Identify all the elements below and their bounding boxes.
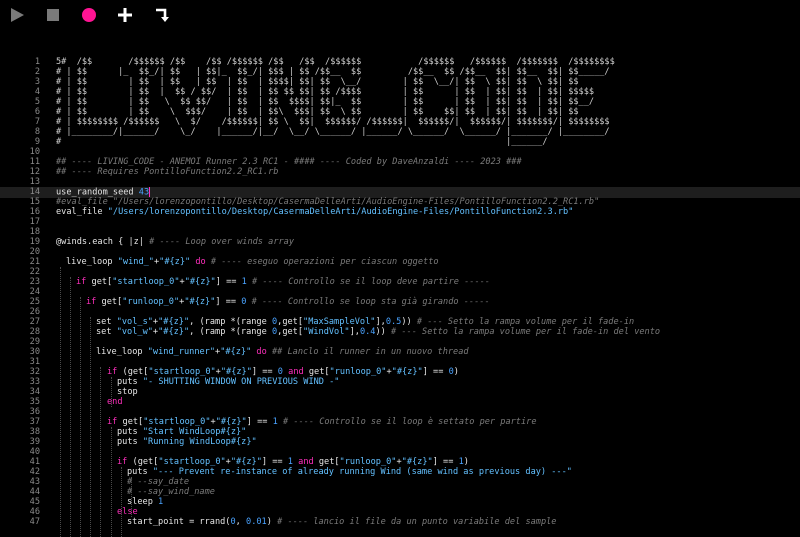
code-line-16: eval_file "/Users/lorenzopontillo/Deskto… (56, 207, 574, 217)
code-line-25: if get["runloop_0"+"#{z}"] == 0 # ---- C… (86, 297, 490, 307)
toolbar (0, 0, 800, 30)
play-icon (11, 8, 24, 22)
indent-guide (60, 267, 61, 537)
code-line-28: set "vol_w"+"#{z}", (ramp *(range 0,get[… (96, 327, 661, 337)
code-line-35: end (107, 397, 123, 407)
new-buffer-button[interactable] (116, 6, 134, 24)
indent-guide (90, 317, 91, 537)
stop-button[interactable] (44, 6, 62, 24)
stop-icon (47, 9, 59, 21)
text-cursor (149, 187, 151, 197)
line-number-gutter: 1 2 3 4 5 6 7 8 9 10 11 12 13 14 15 16 17 18 19 20 21 22 23 24 2… (0, 52, 40, 537)
indent-guide (70, 277, 71, 537)
code-line-47: start_point = rrand(0, 0.01) # ---- lanc… (127, 517, 557, 527)
record-button[interactable] (80, 6, 98, 24)
play-button[interactable] (8, 6, 26, 24)
code-area[interactable]: 5# /$$ /$$$$$$ /$$ /$$ /$$$$$$ /$$ /$$ /… (56, 52, 800, 537)
code-line-12: ## ---- Requires PontilloFunction2.2_RC1… (56, 167, 279, 177)
jump-button[interactable] (152, 6, 170, 24)
code-line-42: puts "--- Prevent re-instance of already… (127, 467, 572, 477)
plus-icon (118, 8, 132, 22)
code-line-19: @winds.each { |z| # ---- Loop over winds… (56, 237, 295, 247)
indent-guide (80, 297, 81, 537)
code-line-30: live_loop "wind_runner"+"#{z}" do ## Lan… (96, 347, 469, 357)
line-number: 47 (29, 517, 40, 527)
indent-guide (100, 367, 101, 537)
indent-guide (121, 467, 122, 537)
code-line-39: puts "Running WindLoop#{z}" (117, 437, 257, 447)
code-line-23: if get["startloop_0"+"#{z}"] == 1 # ----… (76, 277, 490, 287)
code-line-21: live_loop "wind_"+"#{z}" do # ---- esegu… (66, 257, 439, 267)
code-line-9: # |______/ (56, 137, 548, 147)
code-line-33: puts "- SHUTTING WINDOW ON PREVIOUS WIND… (117, 377, 340, 387)
record-circle-icon (82, 8, 96, 22)
code-editor[interactable]: 1 2 3 4 5 6 7 8 9 10 11 12 13 14 15 16 17 18 19 20 21 22 23 24 2… (0, 52, 800, 537)
bent-arrow-icon (156, 8, 169, 22)
indent-guide (111, 427, 112, 537)
